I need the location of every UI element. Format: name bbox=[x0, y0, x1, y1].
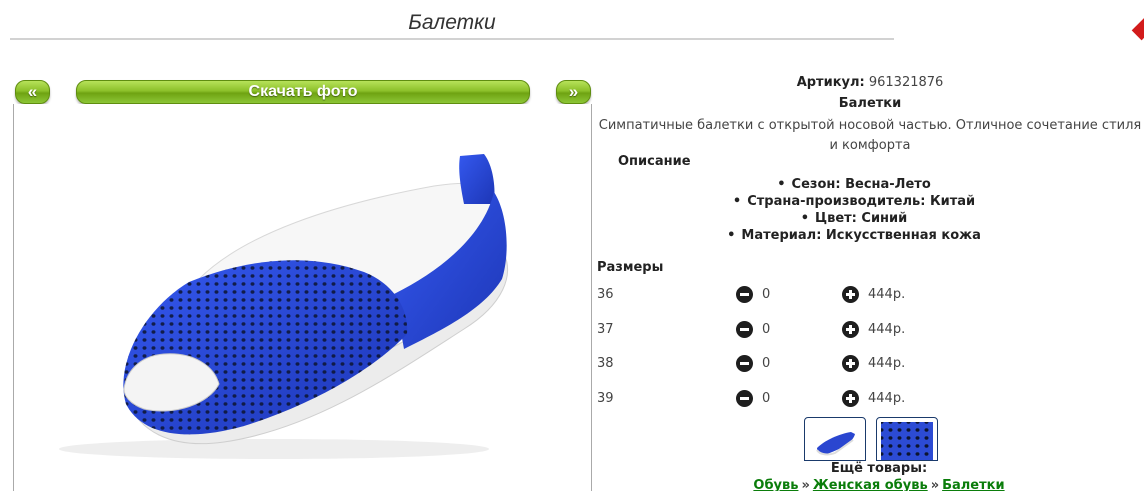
article-value: 961321876 bbox=[868, 75, 944, 90]
product-name: Балетки bbox=[838, 96, 902, 111]
article-label: Артикул: bbox=[796, 75, 865, 90]
breadcrumb-link[interactable]: Женская обувь bbox=[813, 478, 928, 491]
spec-item: Цвет: Синий bbox=[596, 210, 1112, 227]
description-heading: Описание bbox=[618, 154, 691, 169]
page-title: Балетки bbox=[10, 10, 894, 40]
size-number: 38 bbox=[597, 356, 614, 371]
spec-item: Страна-производитель: Китай bbox=[596, 193, 1112, 210]
size-price: 444р. bbox=[868, 356, 906, 371]
minus-icon[interactable] bbox=[736, 286, 753, 303]
size-quantity: 0 bbox=[762, 356, 771, 371]
shoe-image bbox=[59, 154, 509, 459]
spec-list: Сезон: Весна-Лето Страна-производитель: … bbox=[596, 176, 1112, 244]
plus-icon[interactable] bbox=[842, 321, 859, 338]
size-row: 37 0 444р. bbox=[596, 319, 956, 343]
minus-icon[interactable] bbox=[736, 355, 753, 372]
size-row: 38 0 444р. bbox=[596, 353, 956, 377]
prev-photo-button[interactable]: « bbox=[15, 80, 50, 104]
minus-icon[interactable] bbox=[736, 321, 753, 338]
size-row: 39 0 444р. bbox=[596, 388, 956, 412]
article-line: Артикул: 961321876 bbox=[596, 75, 1144, 90]
size-row: 36 0 444р. bbox=[596, 284, 956, 308]
size-number: 36 bbox=[597, 287, 614, 302]
size-number: 37 bbox=[597, 322, 614, 337]
shoe-thumbnail-image bbox=[816, 432, 855, 456]
more-products-heading: Ещё товары: bbox=[830, 461, 928, 476]
texture-thumbnail-image bbox=[881, 422, 933, 460]
breadcrumb-link[interactable]: Балетки bbox=[942, 478, 1005, 491]
minus-icon[interactable] bbox=[736, 390, 753, 407]
size-price: 444р. bbox=[868, 391, 906, 406]
sizes-heading: Размеры bbox=[597, 260, 664, 275]
breadcrumb-separator: » bbox=[930, 478, 940, 491]
size-price: 444р. bbox=[868, 322, 906, 337]
photo-thumbnail[interactable] bbox=[804, 417, 866, 461]
breadcrumb-link[interactable]: Обувь bbox=[753, 478, 798, 491]
plus-icon[interactable] bbox=[842, 355, 859, 372]
plus-icon[interactable] bbox=[842, 286, 859, 303]
product-photo bbox=[13, 104, 592, 491]
size-price: 444р. bbox=[868, 287, 906, 302]
size-quantity: 0 bbox=[762, 391, 771, 406]
next-photo-button[interactable]: » bbox=[556, 80, 591, 104]
photo-thumbnail[interactable] bbox=[876, 417, 938, 461]
breadcrumb: Обувь» Женская обувь» Балетки bbox=[596, 478, 1144, 491]
breadcrumb-separator: » bbox=[801, 478, 810, 491]
spec-item: Материал: Искусственная кожа bbox=[596, 227, 1112, 244]
plus-icon[interactable] bbox=[842, 390, 859, 407]
close-icon[interactable] bbox=[1131, 17, 1144, 41]
product-description: Симпатичные балетки с открытой носовой ч… bbox=[598, 118, 1142, 153]
size-number: 39 bbox=[597, 391, 614, 406]
size-quantity: 0 bbox=[762, 322, 771, 337]
spec-item: Сезон: Весна-Лето bbox=[596, 176, 1112, 193]
download-photo-button[interactable]: Скачать фото bbox=[76, 80, 530, 104]
size-quantity: 0 bbox=[762, 287, 771, 302]
